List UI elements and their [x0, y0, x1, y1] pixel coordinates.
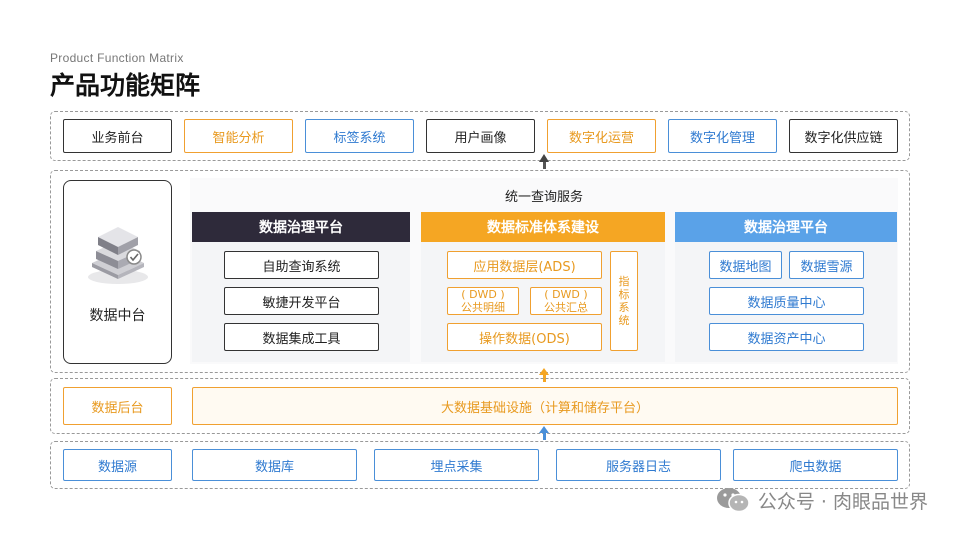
- top-item-smart-analysis: 智能分析: [184, 119, 293, 153]
- dwd-summary-layer: ( DWD ) 公共汇总: [530, 287, 602, 315]
- dwd-detail-layer: ( DWD ) 公共明细: [447, 287, 519, 315]
- ads-layer: 应用数据层(ADS): [447, 251, 602, 279]
- data-middle-platform-card: 数据中台: [63, 180, 172, 364]
- metrics-char: 指: [618, 275, 630, 288]
- dwd-summary-tag: ( DWD ): [544, 288, 588, 301]
- top-item-digital-supply-chain: 数字化供应链: [789, 119, 898, 153]
- metrics-char: 标: [618, 288, 630, 301]
- watermark: 公众号 · 肉眼品世界: [716, 486, 928, 514]
- metrics-system: 指 标 系 统: [610, 251, 638, 351]
- source-crawler: 爬虫数据: [733, 449, 898, 481]
- metrics-char: 统: [618, 314, 630, 327]
- watermark-text: 公众号 · 肉眼品世界: [757, 490, 928, 513]
- dwd-summary-label: 公共汇总: [544, 301, 588, 314]
- top-item-tag-system: 标签系统: [305, 119, 414, 153]
- left-panel-header: 数据治理平台: [192, 212, 410, 242]
- big-data-infrastructure: 大数据基础设施（计算和储存平台）: [192, 387, 898, 425]
- platform-label: 数据中台: [89, 308, 146, 324]
- data-backend-label: 数据后台: [63, 387, 172, 425]
- data-asset-center: 数据资产中心: [709, 323, 864, 351]
- source-database: 数据库: [192, 449, 357, 481]
- data-quality-center: 数据质量中心: [709, 287, 864, 315]
- arrow-stem: [542, 162, 546, 169]
- arrow-up-icon: [539, 368, 549, 375]
- source-data-source: 数据源: [63, 449, 172, 481]
- dwd-detail-label: 公共明细: [461, 301, 505, 314]
- page-title: 产品功能矩阵: [50, 71, 201, 100]
- top-item-digital-management: 数字化管理: [668, 119, 777, 153]
- data-lineage: 数据雪源: [789, 251, 864, 279]
- agile-dev-platform: 敏捷开发平台: [224, 287, 379, 315]
- data-map: 数据地图: [709, 251, 782, 279]
- dwd-detail-tag: ( DWD ): [461, 288, 505, 301]
- center-panel-header: 数据标准体系建设: [421, 212, 665, 242]
- arrow-up-icon: [539, 426, 549, 433]
- top-item-digital-operation: 数字化运营: [547, 119, 656, 153]
- wechat-icon: [716, 488, 750, 513]
- metrics-char: 系: [618, 301, 630, 314]
- service-title: 统一查询服务: [504, 190, 583, 205]
- self-query-system: 自助查询系统: [224, 251, 379, 279]
- right-panel-header: 数据治理平台: [675, 212, 897, 242]
- top-item-business-front: 业务前台: [63, 119, 172, 153]
- source-server-logs: 服务器日志: [556, 449, 721, 481]
- server-stack-icon: [88, 227, 148, 284]
- page-subtitle: Product Function Matrix: [50, 51, 184, 65]
- source-tracking: 埋点采集: [374, 449, 539, 481]
- arrow-up-icon: [539, 154, 549, 162]
- data-integration-tool: 数据集成工具: [224, 323, 379, 351]
- ods-layer: 操作数据(ODS): [447, 323, 602, 351]
- arrow-stem: [542, 433, 546, 440]
- top-item-user-profile: 用户画像: [426, 119, 535, 153]
